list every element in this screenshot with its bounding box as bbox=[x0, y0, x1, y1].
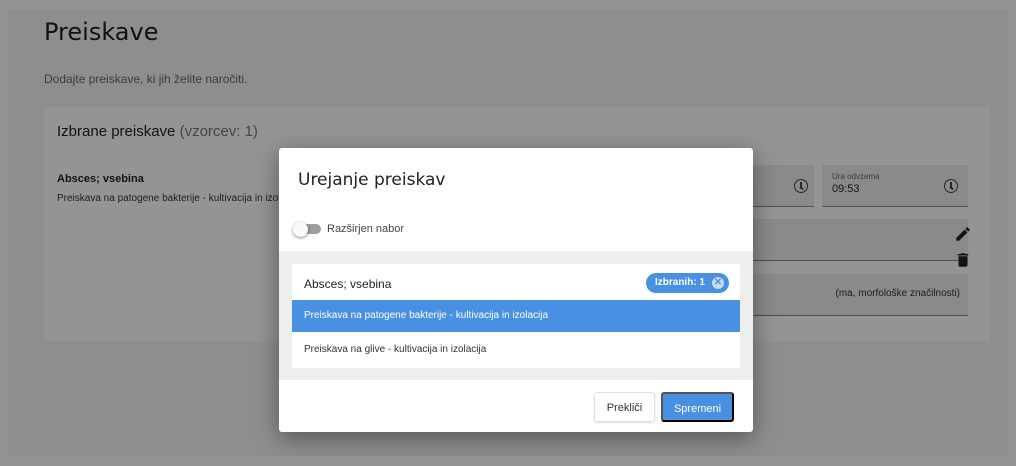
save-button[interactable]: Spremeni bbox=[661, 392, 734, 422]
list-header[interactable]: Absces; vsebina Izbranih: 1 ✕ bbox=[292, 264, 740, 300]
list-group-name: Absces; vsebina bbox=[304, 277, 392, 291]
extended-set-toggle[interactable] bbox=[293, 222, 321, 237]
toggle-label: Razširjen nabor bbox=[327, 223, 405, 235]
selected-count-chip: Izbranih: 1 ✕ bbox=[645, 273, 729, 293]
dialog-title: Urejanje preiskav bbox=[298, 170, 446, 190]
dialog-body: Absces; vsebina Izbranih: 1 ✕ Preiskava … bbox=[279, 251, 753, 380]
test-list: Absces; vsebina Izbranih: 1 ✕ Preiskava … bbox=[292, 264, 740, 368]
chip-label: Izbranih: 1 bbox=[654, 277, 705, 288]
edit-tests-dialog: Urejanje preiskav Razširjen nabor Absces… bbox=[279, 148, 753, 432]
list-item[interactable]: Preiskava na patogene bakterije - kultiv… bbox=[292, 300, 740, 332]
list-item[interactable]: Preiskava na glive - kultivacija in izol… bbox=[292, 334, 740, 366]
cancel-button[interactable]: Prekliči bbox=[594, 392, 655, 422]
toggle-thumb bbox=[293, 222, 308, 237]
close-icon[interactable]: ✕ bbox=[712, 277, 724, 289]
